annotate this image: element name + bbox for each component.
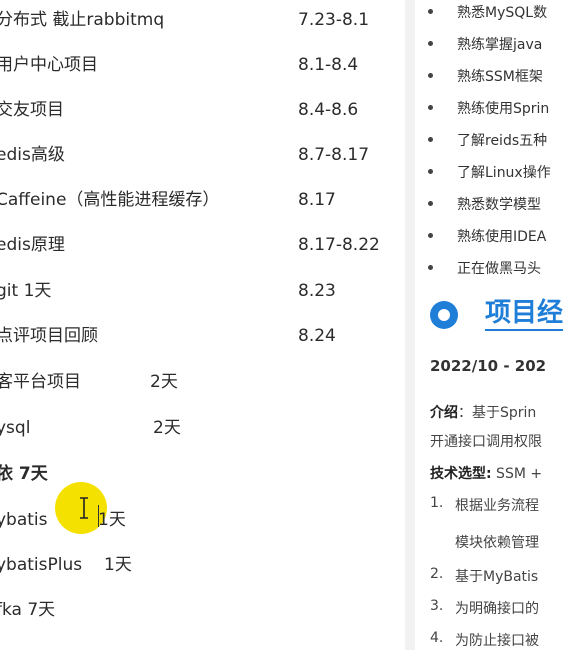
list-item-text: 模块依赖管理 (455, 535, 539, 551)
list-item-text: 为防止接口被 (455, 633, 539, 649)
task-date: 1天 (104, 555, 132, 575)
tech-text: SSM + (491, 466, 543, 482)
right-resume-pane[interactable]: 熟悉MySQL数 熟练掌握java 熟练SSM框架 熟练使用Sprin 了解re… (415, 0, 567, 650)
tech-label: 技术选型: (430, 466, 492, 482)
bullet-dot-icon (428, 265, 433, 270)
task-label: git 1天 (0, 281, 52, 301)
bullet-dot-icon (428, 233, 433, 238)
task-label: ysql (0, 418, 31, 438)
task-date: 8.1-8.4 (298, 55, 359, 75)
bullet-dot-icon (428, 169, 433, 174)
pane-divider[interactable] (405, 0, 415, 650)
task-label: edis原理 (0, 235, 65, 255)
task-date: 8.7-8.17 (298, 145, 370, 165)
task-label: 交友项目 (0, 100, 64, 120)
ibeam-cursor-icon (80, 497, 88, 519)
intro-text: ：基于Sprin (458, 405, 537, 421)
task-date: 8.23 (298, 281, 336, 301)
list-number: 4. (430, 630, 444, 646)
list-item-text: 根据业务流程 (455, 498, 539, 514)
left-document-pane[interactable]: 分布式 截止rabbitmq 7.23-8.1 用户中心项目 8.1-8.4 交… (0, 0, 405, 650)
project-period: 2022/10 - 202 (430, 357, 547, 375)
task-date: 2天 (150, 372, 178, 392)
list-number: 3. (430, 598, 444, 614)
bullet-dot-icon (428, 105, 433, 110)
task-label: fka 7天 (0, 600, 56, 620)
list-number: 1. (430, 495, 444, 511)
task-date: 7.23-8.1 (298, 10, 370, 30)
bullet-dot-icon (428, 137, 433, 142)
task-date: 8.24 (298, 326, 336, 346)
list-number: 2. (430, 566, 444, 582)
bullet-dot-icon (428, 73, 433, 78)
list-item-text: 基于MyBatis (455, 569, 539, 585)
bullet-dot-icon (428, 201, 433, 206)
task-label: edis高级 (0, 145, 65, 165)
section-title: 项目经 (485, 297, 564, 331)
task-label: 客平台项目 (0, 372, 81, 392)
bullet-dot-icon (428, 9, 433, 14)
task-date: 8.4-8.6 (298, 100, 359, 120)
task-label: 依 7天 (0, 464, 48, 484)
text-caret (98, 505, 99, 527)
tech-stack: 技术选型: SSM + (430, 463, 542, 483)
section-circle-icon (430, 301, 458, 329)
project-intro: 介绍：基于Sprin (430, 402, 536, 422)
task-label: 点评项目回顾 (0, 326, 98, 346)
task-label: 分布式 截止rabbitmq (0, 10, 165, 30)
task-date: 8.17-8.22 (298, 235, 380, 255)
intro-label: 介绍 (430, 405, 458, 421)
task-label: Caffeine（高性能进程缓存） (0, 190, 220, 210)
task-label: ybatis (0, 510, 48, 530)
task-date: 8.17 (298, 190, 336, 210)
bullet-dot-icon (428, 41, 433, 46)
task-date: 2天 (153, 418, 181, 438)
task-label: 用户中心项目 (0, 55, 98, 75)
task-date: 1天 (98, 510, 126, 530)
intro-continuation: 开通接口调用权限 (430, 434, 542, 450)
task-label: ybatisPlus (0, 555, 83, 575)
list-item-text: 为明确接口的 (455, 601, 539, 617)
